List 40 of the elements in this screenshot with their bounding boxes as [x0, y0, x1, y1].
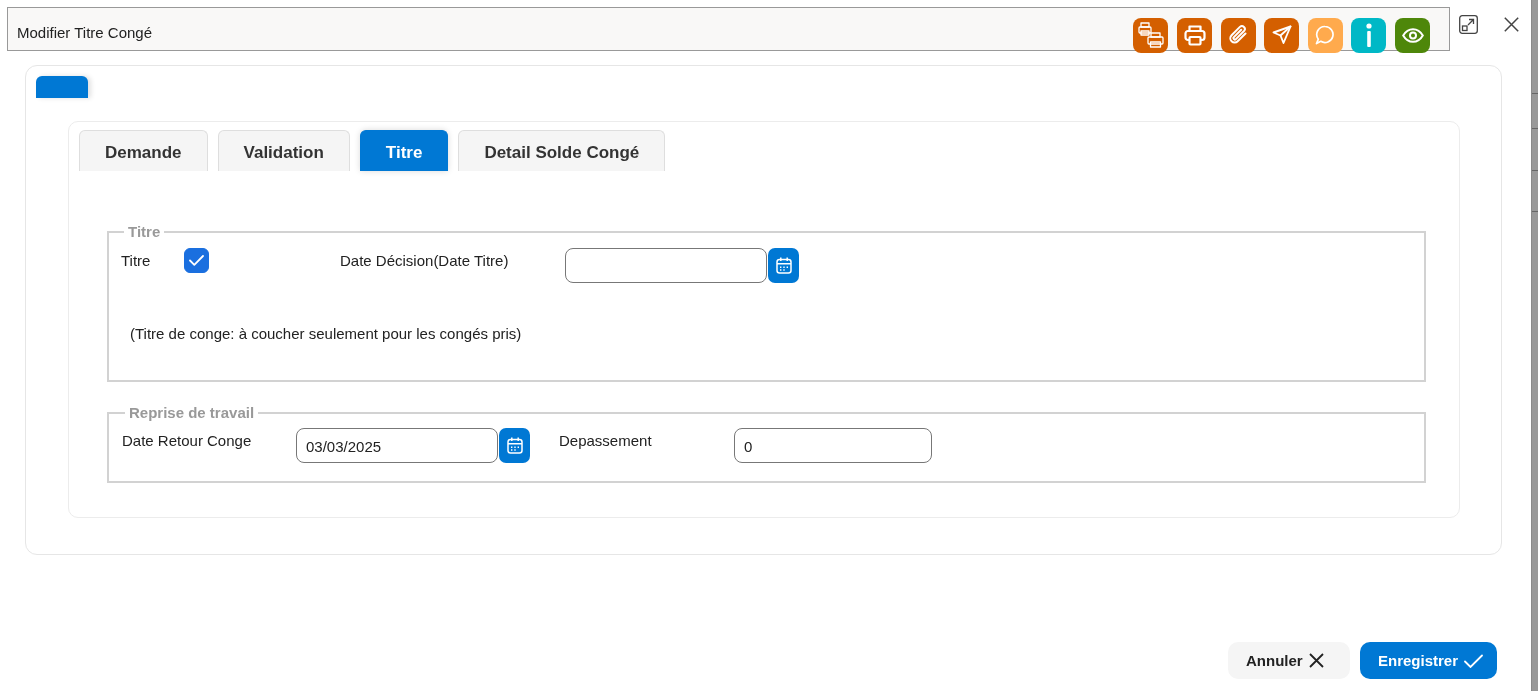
close-icon[interactable] [1504, 17, 1519, 32]
dialog-title: Modifier Titre Congé [17, 24, 153, 41]
printers-icon [1137, 21, 1164, 49]
calendar-button[interactable] [499, 428, 530, 463]
tab[interactable]: Titre [359, 130, 449, 171]
checkbox[interactable] [184, 248, 209, 273]
tab[interactable]: Validation [217, 130, 350, 171]
field-label: Titre [121, 251, 151, 269]
checkmark-icon [1464, 653, 1484, 668]
calendar-icon [775, 257, 792, 274]
text-field[interactable]: 0 [734, 428, 932, 463]
info-icon [1365, 23, 1372, 47]
calendar-button[interactable] [768, 248, 799, 283]
print-button[interactable] [1177, 17, 1213, 53]
eye-icon [1401, 27, 1424, 43]
field-label: Date Retour Conge [122, 431, 252, 449]
tab[interactable]: Detail Solde Congé [458, 130, 666, 171]
speech-bubble-icon [1315, 25, 1336, 45]
hint-text: (Titre de conge: à coucher seulement pour les congés pris) [130, 325, 522, 342]
date-field[interactable]: 03/03/2025 [296, 428, 498, 463]
section-legend: Titre [124, 223, 165, 240]
expand-icon[interactable] [1459, 15, 1478, 34]
section-legend: Reprise de travail [125, 404, 259, 421]
date-field[interactable] [565, 248, 767, 283]
calendar-icon [506, 437, 523, 454]
info-button[interactable] [1351, 17, 1387, 53]
attach-button[interactable] [1220, 17, 1256, 53]
view-button[interactable] [1395, 17, 1430, 53]
paperclip-icon [1228, 24, 1249, 46]
tab[interactable]: Demande [79, 130, 208, 171]
checkmark-icon [189, 255, 204, 266]
printer-icon [1183, 24, 1206, 46]
save-button[interactable]: Enregistrer [1360, 642, 1497, 679]
field-label: Date Décision(Date Titre) [340, 251, 509, 269]
cancel-button[interactable]: Annuler [1228, 642, 1350, 679]
close-icon [1308, 653, 1324, 668]
field-label: Depassement [559, 431, 652, 449]
paper-plane-icon [1271, 25, 1292, 45]
print-all-button[interactable] [1133, 17, 1169, 53]
send-button[interactable] [1264, 17, 1300, 53]
